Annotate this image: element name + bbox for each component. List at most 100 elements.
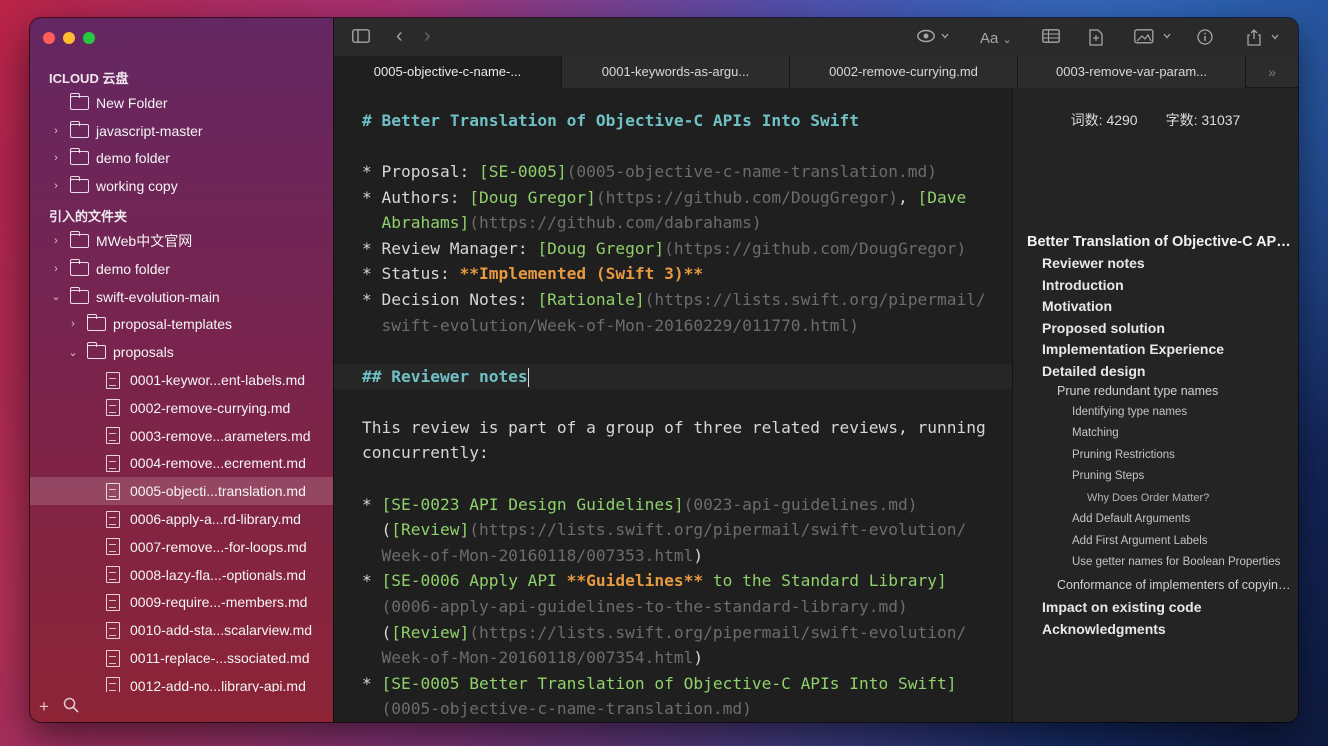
chevron-right-icon[interactable]: ›	[49, 235, 63, 247]
toolbar: ‹ › Aa ⌄	[334, 18, 1298, 56]
tree-file-item[interactable]: 0008-lazy-fla...-optionals.md	[30, 561, 333, 589]
file-name-label: 0009-require...-members.md	[130, 594, 308, 611]
file-name-label: 0007-remove...-for-loops.md	[130, 538, 307, 555]
tree-file-item[interactable]: 0011-replace-...ssociated.md	[30, 644, 333, 672]
magnifier-icon[interactable]	[63, 697, 79, 718]
tab-0001[interactable]: 0001-keywords-as-argu...	[562, 55, 790, 88]
word-count-value: 词数: 4290	[1070, 111, 1138, 128]
folder-icon	[69, 92, 89, 110]
image-icon[interactable]	[1134, 29, 1172, 50]
plus-icon[interactable]: +	[39, 697, 49, 717]
back-icon[interactable]: ‹	[396, 26, 403, 46]
outline-item[interactable]: Impact on existing code	[1042, 599, 1298, 615]
tree-folder-proposal-templates[interactable]: › proposal-templates	[30, 311, 333, 339]
chevron-right-icon[interactable]: ›	[49, 263, 63, 275]
paragraph-line: This review is part of a group of three …	[362, 417, 986, 437]
zoom-window-button[interactable]	[83, 32, 95, 44]
tree-folder-working-copy[interactable]: › working copy	[30, 172, 333, 200]
tree-folder-demo-folder-2[interactable]: › demo folder	[30, 255, 333, 283]
outline-item[interactable]: Proposed solution	[1042, 320, 1298, 336]
tree-file-item[interactable]: 0012-add-no...library-api.md	[30, 672, 333, 692]
tree-folder-proposals[interactable]: ⌄ proposals	[30, 338, 333, 366]
tree-folder-javascript-master[interactable]: › javascript-master	[30, 117, 333, 145]
chevron-right-icon[interactable]: ›	[49, 180, 63, 192]
folder-icon	[69, 176, 89, 194]
chevron-down-icon[interactable]: ⌄	[49, 290, 63, 303]
tree-file-item[interactable]: 0010-add-sta...scalarview.md	[30, 616, 333, 644]
file-name-label: 0011-replace-...ssociated.md	[130, 650, 310, 667]
markdown-file-icon	[106, 427, 120, 445]
outline-item[interactable]: Implementation Experience	[1042, 341, 1298, 357]
list-item: * [SE-0023 API Design Guidelines](0023-a…	[362, 494, 918, 514]
sidebar-toggle-icon[interactable]	[352, 29, 370, 49]
sidebar-footer: +	[30, 692, 333, 722]
chevron-right-icon[interactable]: ›	[49, 125, 63, 137]
tree-file-item[interactable]: 0001-keywor...ent-labels.md	[30, 366, 333, 394]
tab-0003[interactable]: 0003-remove-var-param...	[1018, 55, 1246, 88]
table-icon[interactable]	[1042, 29, 1060, 49]
text-cursor	[527, 367, 530, 387]
tree-folder-new-folder[interactable]: New Folder	[30, 89, 333, 117]
font-icon[interactable]: Aa ⌄	[980, 29, 1012, 50]
file-name-label: 0002-remove-currying.md	[130, 399, 291, 416]
review-manager-line: * Review Manager: [Doug Gregor](https://…	[362, 238, 967, 258]
close-window-button[interactable]	[43, 32, 55, 44]
document-icon[interactable]	[1089, 29, 1103, 52]
outline-item[interactable]: Use getter names for Boolean Properties	[1072, 556, 1298, 568]
folder-icon	[69, 231, 89, 249]
outline-item[interactable]: Acknowledgments	[1042, 621, 1298, 637]
tab-overflow-button[interactable]: »	[1246, 55, 1298, 87]
list-item-cont: Week-of-Mon-20160118/007353.html)	[362, 545, 704, 565]
folder-icon	[69, 286, 89, 304]
tab-0002[interactable]: 0002-remove-currying.md	[790, 55, 1018, 88]
outline-item[interactable]: Add First Argument Labels	[1072, 535, 1298, 547]
info-icon[interactable]	[1197, 29, 1213, 51]
app-window: ICLOUD 云盘 New Folder › javascript-master…	[30, 18, 1298, 722]
file-list: 0001-keywor...ent-labels.md 0002-remove-c…	[30, 366, 333, 692]
outline-item[interactable]: Matching	[1072, 427, 1298, 439]
outline-item[interactable]: Why Does Order Matter?	[1087, 492, 1298, 504]
tree-file-item[interactable]: 0002-remove-currying.md	[30, 394, 333, 422]
list-item: * [SE-0005 Better Translation of Objecti…	[362, 673, 957, 693]
paragraph-line: concurrently:	[362, 443, 489, 463]
outline-item[interactable]: Prune redundant type names	[1057, 384, 1298, 398]
outline-item[interactable]: Identifying type names	[1072, 406, 1298, 418]
folder-icon	[69, 148, 89, 166]
tree-file-item[interactable]: 0005-objecti...translation.md	[30, 477, 333, 506]
tree-folder-demo-folder[interactable]: › demo folder	[30, 145, 333, 173]
tree-file-item[interactable]: 0009-require...-members.md	[30, 589, 333, 617]
outline-item[interactable]: Conformance of implementers of copying m…	[1057, 578, 1298, 592]
folder-icon	[69, 258, 89, 276]
tree-folder-mweb[interactable]: › MWeb中文官网	[30, 227, 333, 255]
tree-folder-swift-evolution[interactable]: ⌄ swift-evolution-main	[30, 283, 333, 311]
tree-file-item[interactable]: 0007-remove...-for-loops.md	[30, 533, 333, 561]
share-icon[interactable]	[1246, 29, 1280, 52]
outline-item[interactable]: Detailed design	[1042, 363, 1298, 379]
section-title-imported: 引入的文件夹	[49, 209, 128, 225]
chevron-right-icon[interactable]: ›	[49, 152, 63, 164]
authors-line: * Authors: [Doug Gregor](https://github.…	[362, 187, 967, 207]
outline-item[interactable]: Pruning Steps	[1072, 470, 1298, 482]
chevron-down-icon[interactable]: ⌄	[66, 346, 80, 359]
outline-item[interactable]: Reviewer notes	[1042, 255, 1298, 271]
tree-file-item[interactable]: 0003-remove...arameters.md	[30, 422, 333, 450]
minimize-window-button[interactable]	[63, 32, 75, 44]
decision-notes-line-cont: swift-evolution/Week-of-Mon-20160229/011…	[362, 315, 860, 335]
markdown-file-icon	[106, 482, 120, 500]
outline-item[interactable]: Add Default Arguments	[1072, 513, 1298, 525]
markdown-editor[interactable]: # Better Translation of Objective-C APIs…	[334, 87, 1012, 722]
tab-0005[interactable]: 0005-objective-c-name-...	[334, 55, 562, 88]
outline-item[interactable]: Better Translation of Objective-C APIs I…	[1027, 234, 1298, 250]
char-count-value: 字数: 31037	[1165, 111, 1241, 128]
sidebar: ICLOUD 云盘 New Folder › javascript-master…	[30, 18, 334, 722]
outline-item[interactable]: Introduction	[1042, 277, 1298, 293]
tree-file-item[interactable]: 0004-remove...ecrement.md	[30, 450, 333, 478]
forward-icon[interactable]: ›	[424, 26, 431, 46]
markdown-file-icon	[106, 454, 120, 472]
outline-item[interactable]: Pruning Restrictions	[1072, 449, 1298, 461]
markdown-file-icon	[106, 566, 120, 584]
outline-item[interactable]: Motivation	[1042, 298, 1298, 314]
preview-eye-icon[interactable]	[917, 29, 949, 49]
chevron-right-icon[interactable]: ›	[66, 318, 80, 330]
tree-file-item[interactable]: 0006-apply-a...rd-library.md	[30, 505, 333, 533]
